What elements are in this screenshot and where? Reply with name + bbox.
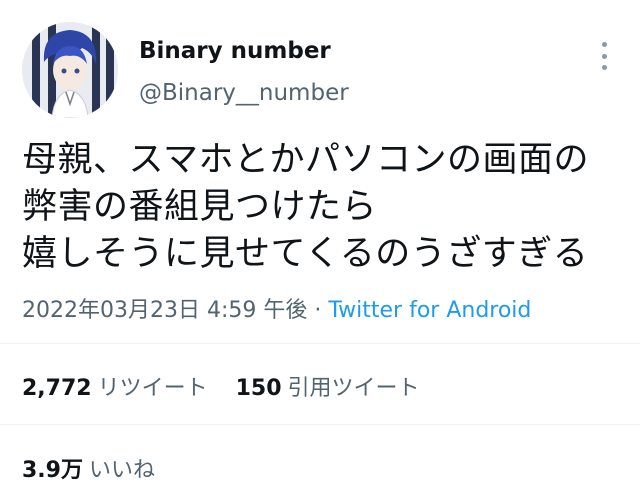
tweet-line: 母親、スマホとかパソコンの画面の bbox=[22, 140, 589, 180]
timestamp[interactable]: 2022年03月23日 4:59 午後 bbox=[22, 298, 307, 323]
tweet-line: 嬉しそうに見せてくるのうざすぎる bbox=[22, 234, 589, 274]
likes-stat[interactable]: 3.9万 いいね bbox=[22, 452, 155, 484]
quotes-count: 150 bbox=[235, 376, 282, 401]
avatar[interactable] bbox=[22, 22, 118, 118]
likes-count: 3.9万 bbox=[22, 458, 83, 483]
retweets-count: 2,772 bbox=[22, 376, 92, 401]
tweet-text: 母親、スマホとかパソコンの画面の 弊害の番組見つけたら 嬉しそうに見せてくるのう… bbox=[22, 137, 627, 278]
user-avatar-icon bbox=[22, 22, 118, 118]
retweets-stat[interactable]: 2,772 リツイート bbox=[22, 376, 208, 401]
divider bbox=[0, 343, 640, 344]
source-link[interactable]: Twitter for Android bbox=[328, 298, 531, 323]
user-handle[interactable]: @Binary__number bbox=[139, 80, 349, 106]
quotes-label: 引用ツイート bbox=[287, 376, 420, 401]
more-dot bbox=[601, 53, 607, 59]
more-options-icon[interactable] bbox=[596, 42, 612, 70]
likes-label: いいね bbox=[88, 458, 155, 483]
tweet-line: 弊害の番組見つけたら bbox=[22, 187, 378, 227]
tweet-meta: 2022年03月23日 4:59 午後 · Twitter for Androi… bbox=[22, 292, 531, 324]
divider bbox=[0, 424, 640, 425]
retweets-label: リツイート bbox=[97, 376, 208, 401]
stats-row: 2,772 リツイート 150 引用ツイート bbox=[22, 370, 420, 402]
quotes-stat[interactable]: 150 引用ツイート bbox=[236, 376, 420, 401]
display-name[interactable]: Binary number bbox=[139, 38, 331, 64]
more-dot bbox=[601, 42, 607, 47]
meta-separator: · bbox=[307, 298, 329, 323]
more-dot bbox=[601, 65, 607, 70]
